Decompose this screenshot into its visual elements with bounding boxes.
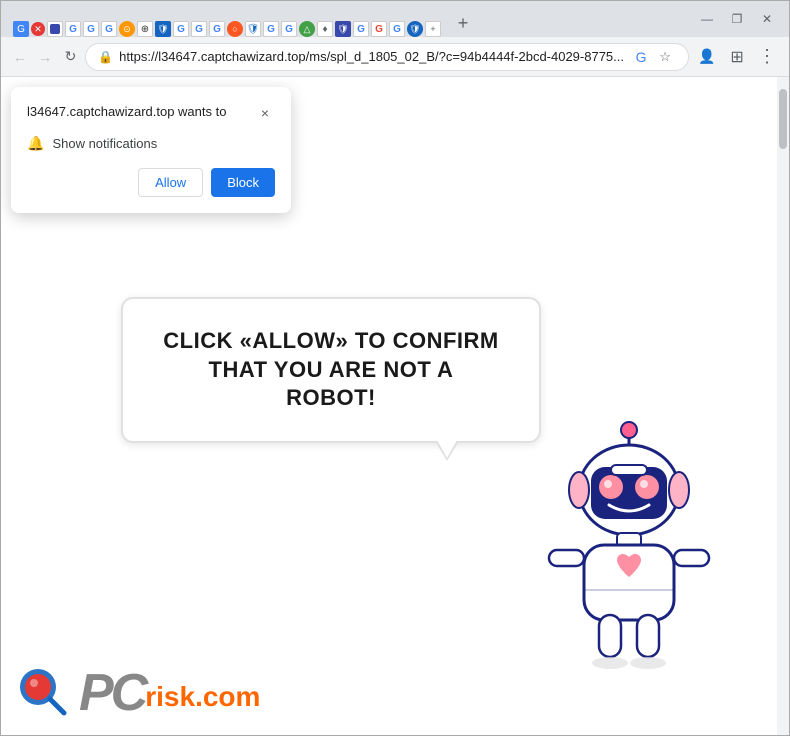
risk-text: risk.com: [145, 681, 260, 713]
reload-button[interactable]: ↻: [60, 43, 81, 71]
tab-favicon-6[interactable]: 🛡: [155, 21, 171, 37]
tab-favicon-11[interactable]: 🛡: [335, 21, 351, 37]
tab-favicon-12[interactable]: G: [371, 21, 387, 37]
maximize-button[interactable]: ❐: [723, 5, 751, 33]
menu-icon[interactable]: ⋮: [753, 43, 781, 71]
tab-favicon-7[interactable]: ○: [227, 21, 243, 37]
toolbar-icons: 👤 ⊞ ⋮: [693, 43, 781, 71]
extensions-icon[interactable]: ⊞: [723, 43, 751, 71]
url-text: https://l34647.captchawizard.top/ms/spl_…: [119, 49, 624, 64]
popup-permission-row: 🔔 Show notifications: [27, 135, 275, 152]
tab-favicon-8[interactable]: 🛡: [245, 21, 261, 37]
bookmark-icon[interactable]: ☆: [654, 46, 676, 68]
google-lens-icon[interactable]: G: [630, 46, 652, 68]
tab-favicon-9[interactable]: △: [299, 21, 315, 37]
scrollbar[interactable]: [777, 77, 789, 735]
popup-title: l34647.captchawizard.top wants to: [27, 103, 255, 121]
pc-text: PC: [79, 667, 145, 719]
block-button[interactable]: Block: [211, 168, 275, 197]
tab-g4[interactable]: G: [173, 21, 189, 37]
tab-favicon-10[interactable]: ♦: [317, 21, 333, 37]
speech-bubble: CLICK «ALLOW» TO CONFIRM THAT YOU ARE NO…: [121, 297, 541, 443]
scrollbar-thumb[interactable]: [779, 89, 787, 149]
notification-popup: l34647.captchawizard.top wants to × 🔔 Sh…: [11, 87, 291, 213]
close-button[interactable]: ✕: [753, 5, 781, 33]
popup-header: l34647.captchawizard.top wants to ×: [27, 103, 275, 123]
permission-text: Show notifications: [52, 136, 157, 151]
tab-favicon-14[interactable]: +: [425, 21, 441, 37]
tab-g8[interactable]: G: [281, 21, 297, 37]
address-bar[interactable]: 🔒 https://l34647.captchawizard.top/ms/sp…: [85, 43, 689, 71]
popup-buttons: Allow Block: [27, 168, 275, 197]
allow-button[interactable]: Allow: [138, 168, 203, 197]
popup-close-button[interactable]: ×: [255, 103, 275, 123]
tab-favicon-13[interactable]: 🛡: [407, 21, 423, 37]
tab-g6[interactable]: G: [209, 21, 225, 37]
pcrisk-logo: PC risk.com: [16, 665, 260, 720]
back-button[interactable]: ←: [9, 43, 30, 71]
title-bar: G ✕ G G G ⊙ ⊕ 🛡 G G G ○ 🛡 G G △: [1, 1, 789, 37]
profile-icon[interactable]: 👤: [693, 43, 721, 71]
tab-g7[interactable]: G: [263, 21, 279, 37]
robot-figure: [529, 415, 729, 675]
toolbar: ← → ↻ 🔒 https://l34647.captchawizard.top…: [1, 37, 789, 77]
logo-text-row: PC risk.com: [79, 667, 260, 719]
bubble-text: CLICK «ALLOW» TO CONFIRM THAT YOU ARE NO…: [163, 327, 499, 413]
tab-favicon-2[interactable]: ✕: [31, 22, 45, 36]
forward-button[interactable]: →: [34, 43, 55, 71]
minimize-button[interactable]: —: [693, 5, 721, 33]
browser-window: G ✕ G G G ⊙ ⊕ 🛡 G G G ○ 🛡 G G △: [0, 0, 790, 736]
tab-strip: G ✕ G G G ⊙ ⊕ 🛡 G G G ○ 🛡 G G △: [9, 1, 689, 37]
window-controls: — ❐ ✕: [693, 5, 781, 33]
tab-favicon-1[interactable]: G: [13, 21, 29, 37]
tab-g9[interactable]: G: [353, 21, 369, 37]
page-content: l34647.captchawizard.top wants to × 🔔 Sh…: [1, 77, 789, 735]
new-tab-button[interactable]: +: [449, 9, 477, 37]
address-bar-icons: G ☆: [630, 46, 676, 68]
pcrisk-magnifier-icon: [16, 665, 71, 720]
tab-g5[interactable]: G: [191, 21, 207, 37]
tab-favicon-3[interactable]: [47, 21, 63, 37]
tab-favicon-5[interactable]: ⊕: [137, 21, 153, 37]
lock-icon: 🔒: [98, 50, 113, 64]
tab-g10[interactable]: G: [389, 21, 405, 37]
tab-g3[interactable]: G: [101, 21, 117, 37]
tab-g1[interactable]: G: [65, 21, 81, 37]
tab-g2[interactable]: G: [83, 21, 99, 37]
tab-favicon-4[interactable]: ⊙: [119, 21, 135, 37]
bell-icon: 🔔: [27, 135, 44, 152]
